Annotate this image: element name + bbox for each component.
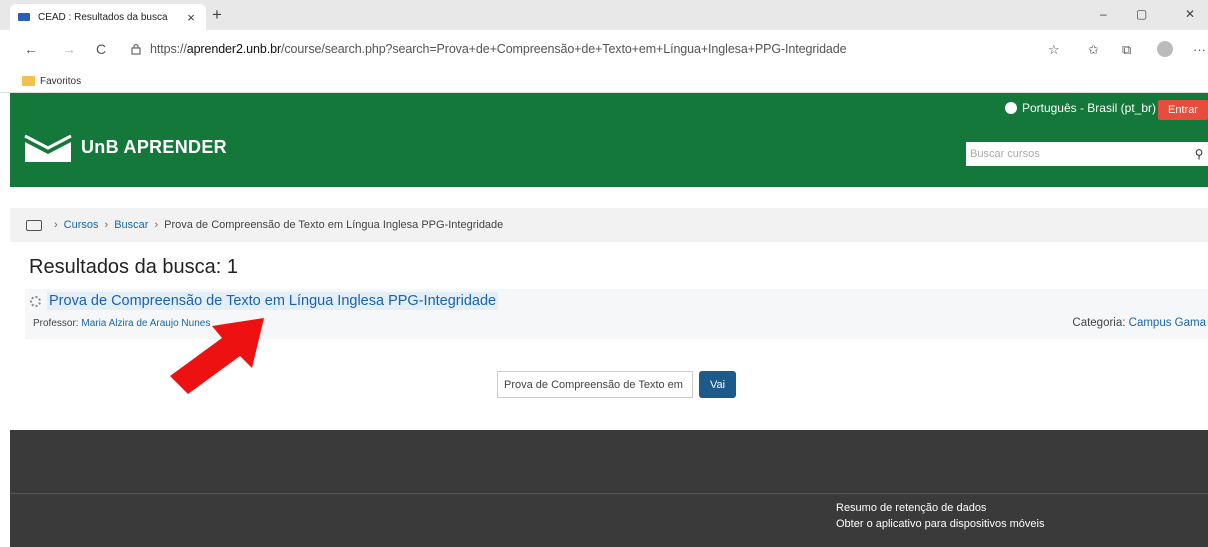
new-tab-button[interactable]: + [212, 5, 222, 25]
breadcrumb-cursos[interactable]: Cursos [64, 219, 99, 231]
site-favicon-icon [18, 13, 30, 21]
site-brand-name[interactable]: UnB APRENDER [81, 137, 227, 158]
lock-icon [131, 43, 141, 55]
footer-divider [10, 493, 1208, 494]
favorites-icon[interactable]: ✩ [1088, 42, 1099, 58]
folder-icon [22, 76, 35, 86]
language-selector[interactable]: Português - Brasil (pt_br) [1004, 101, 1156, 115]
tab-title: CEAD : Resultados da busca [38, 11, 168, 23]
breadcrumb-current: Prova de Compreensão de Texto em Língua … [164, 219, 504, 231]
browser-toolbar: ← → C https://aprender2.unb.br/course/se… [0, 30, 1208, 70]
url-text: https://aprender2.unb.br/course/search.p… [150, 42, 847, 56]
breadcrumb-separator: › [104, 219, 109, 231]
close-tab-icon[interactable]: × [184, 10, 198, 25]
add-favorite-icon[interactable]: ☆ [1048, 42, 1060, 58]
breadcrumb-separator: › [54, 219, 58, 231]
login-button[interactable]: Entrar [1158, 100, 1208, 120]
mobile-app-link[interactable]: Obter o aplicativo para dispositivos móv… [836, 518, 1044, 530]
unb-logo-icon [24, 134, 72, 162]
annotation-arrow-icon [170, 318, 264, 394]
site-top-strip: Português - Brasil (pt_br) Entrar [10, 93, 1208, 125]
address-bar[interactable]: https://aprender2.unb.br/course/search.p… [130, 36, 1030, 62]
bottom-search-input[interactable] [497, 371, 693, 398]
browser-tab-bar: CEAD : Resultados da busca × + – ▢ ✕ [0, 0, 1208, 30]
globe-icon [1004, 102, 1017, 114]
forward-arrow-icon[interactable]: → [62, 41, 76, 57]
site-footer: Resumo de retenção de dados Obter o apli… [10, 430, 1208, 547]
minimize-icon[interactable]: – [1100, 7, 1107, 21]
home-folder-icon[interactable] [26, 219, 42, 231]
more-menu-icon[interactable]: ··· [1193, 42, 1206, 57]
category-link[interactable]: Campus Gama [1129, 317, 1206, 329]
back-arrow-icon[interactable]: ← [24, 41, 38, 57]
course-icon [30, 296, 41, 307]
breadcrumb-buscar[interactable]: Buscar [114, 219, 148, 231]
browser-tab[interactable]: CEAD : Resultados da busca × [10, 4, 206, 30]
favorites-folder[interactable]: Favoritos [40, 76, 81, 87]
course-search: ⚲ [966, 142, 1208, 166]
data-retention-link[interactable]: Resumo de retenção de dados [836, 502, 986, 514]
course-search-input[interactable] [966, 142, 1190, 166]
breadcrumb: › Cursos › Buscar › Prova de Compreensão… [10, 208, 1208, 242]
collections-icon[interactable]: ⧉ [1122, 42, 1131, 58]
favorites-bar: Favoritos [0, 70, 1208, 93]
site-header: UnB APRENDER ⚲ [10, 125, 1208, 187]
page-title: Resultados da busca: 1 [29, 256, 239, 278]
restore-icon[interactable]: ▢ [1136, 7, 1147, 21]
language-label: Português - Brasil (pt_br) [1021, 101, 1156, 115]
go-button[interactable]: Vai [699, 371, 736, 398]
breadcrumb-separator: › [154, 219, 159, 231]
close-window-icon[interactable]: ✕ [1185, 7, 1195, 21]
bottom-search-form: Vai [497, 371, 736, 398]
course-category: Categoria: Campus Gama [1072, 317, 1206, 329]
profile-avatar-icon[interactable] [1157, 41, 1173, 57]
reload-icon[interactable]: C [96, 41, 106, 57]
search-icon[interactable]: ⚲ [1190, 147, 1208, 161]
